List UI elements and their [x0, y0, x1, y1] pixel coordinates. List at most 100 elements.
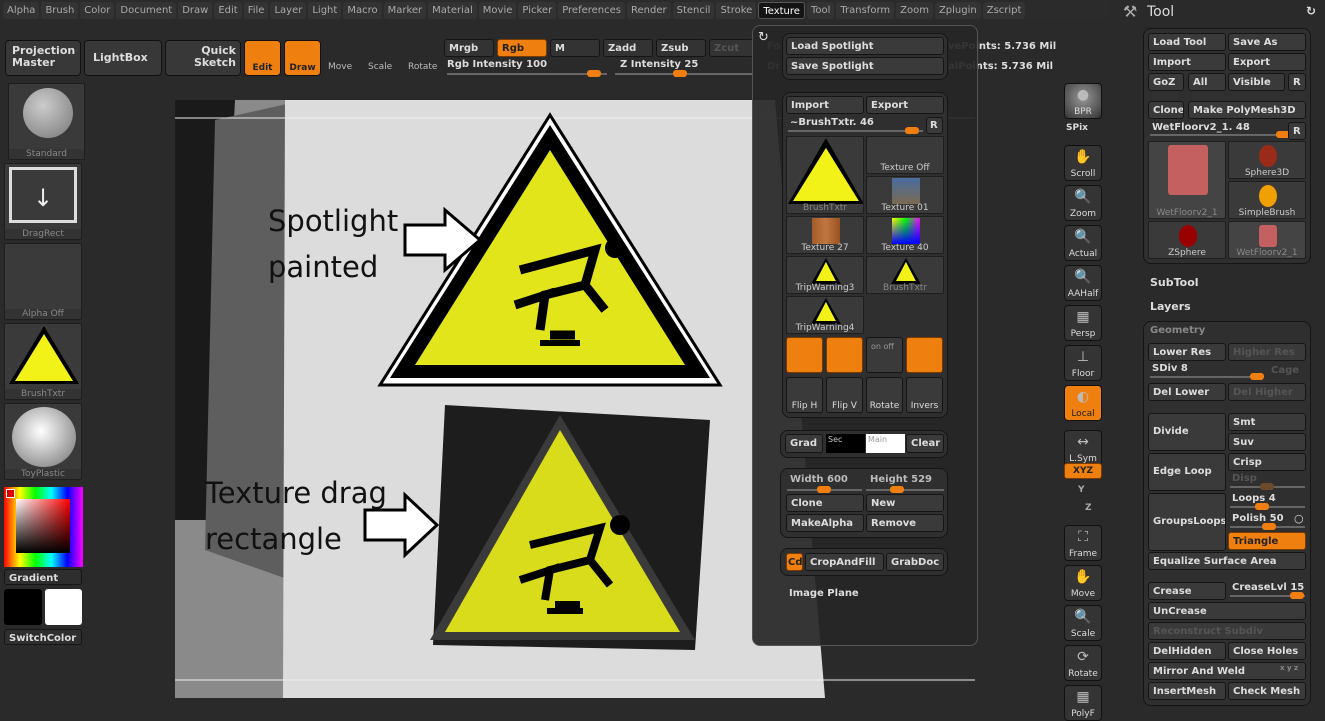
polish-slider[interactable]: [1230, 523, 1305, 530]
menu-document[interactable]: Document: [116, 2, 177, 19]
texture-mode-1-button[interactable]: [786, 337, 823, 373]
shelf-aahalf-button[interactable]: 🔍 AAHalf: [1064, 265, 1102, 301]
material-selector[interactable]: ToyPlastic: [4, 403, 82, 480]
equalize-button[interactable]: Equalize Surface Area: [1148, 552, 1306, 570]
grab-doc-button[interactable]: GrabDoc: [886, 553, 944, 571]
edge-loop-button[interactable]: Edge Loop: [1148, 453, 1226, 491]
texture-thumb[interactable]: Texture 01: [866, 176, 944, 214]
crease-button[interactable]: Crease: [1148, 582, 1226, 600]
stroke-selector[interactable]: ↓ DragRect: [4, 163, 82, 240]
menu-file[interactable]: File: [243, 2, 269, 19]
edit-button[interactable]: Edit: [244, 40, 281, 76]
menu-stencil[interactable]: Stencil: [672, 2, 715, 19]
draw-button[interactable]: Draw: [284, 40, 321, 76]
menu-stroke[interactable]: Stroke: [716, 2, 757, 19]
shelf-move-button[interactable]: ✋ Move: [1064, 565, 1102, 601]
menu-zoom[interactable]: Zoom: [896, 2, 933, 19]
tool-r-button[interactable]: R: [1288, 122, 1306, 140]
m-button[interactable]: M: [550, 39, 600, 57]
width-slider[interactable]: [787, 486, 862, 493]
brush-selector[interactable]: Standard: [8, 83, 85, 160]
color-picker[interactable]: [4, 487, 83, 567]
menu-transform[interactable]: Transform: [836, 2, 895, 19]
shelf-spix-button[interactable]: SPix: [1066, 123, 1088, 133]
alpha-selector[interactable]: Alpha Off: [4, 243, 82, 320]
texture-thumb[interactable]: TripWarning3: [786, 256, 864, 294]
invert-button[interactable]: Invers: [906, 377, 943, 413]
texture-r-button[interactable]: R: [926, 117, 943, 134]
switch-color-button[interactable]: SwitchColor: [4, 629, 82, 645]
make-polymesh-button[interactable]: Make PolyMesh3D: [1188, 101, 1306, 119]
menu-picker[interactable]: Picker: [518, 2, 557, 19]
del-higher-button[interactable]: Del Higher: [1228, 383, 1306, 401]
menu-macro[interactable]: Macro: [343, 2, 382, 19]
menu-tool[interactable]: Tool: [806, 2, 835, 19]
shelf-lsym-button[interactable]: ↔ L.Sym: [1064, 430, 1102, 466]
clone-texture-button[interactable]: Clone: [786, 494, 864, 512]
reset-icon[interactable]: ↻: [758, 30, 769, 45]
export-tool-button[interactable]: Export: [1228, 53, 1306, 71]
polish-circle-toggle[interactable]: ○: [1294, 512, 1304, 525]
main-color-swatch[interactable]: [45, 589, 82, 625]
grad-button[interactable]: Grad: [785, 434, 823, 453]
triangle-button[interactable]: Triangle: [1228, 532, 1306, 550]
tool-slider[interactable]: [1150, 131, 1290, 138]
load-spotlight-button[interactable]: Load Spotlight: [786, 37, 944, 55]
zadd-button[interactable]: Zadd: [603, 39, 653, 57]
texture-thumb[interactable]: BrushTxtr: [786, 136, 864, 214]
shelf-bpr-button[interactable]: ● BPR: [1064, 83, 1102, 119]
smt-button[interactable]: Smt: [1228, 413, 1306, 431]
shelf-y-button[interactable]: Y: [1078, 485, 1085, 495]
main-color-swatch[interactable]: Main: [866, 434, 905, 453]
menu-layer[interactable]: Layer: [270, 2, 307, 19]
scale-button[interactable]: Scale: [368, 62, 392, 72]
texture-thumb[interactable]: Texture 27: [786, 216, 864, 254]
projection-master-button[interactable]: Projection Master: [5, 40, 81, 76]
rotate-button[interactable]: Rotate: [408, 62, 437, 72]
check-mesh-button[interactable]: Check Mesh: [1228, 682, 1306, 700]
menu-brush[interactable]: Brush: [41, 2, 79, 19]
menu-zplugin[interactable]: Zplugin: [934, 2, 981, 19]
texture-thumb[interactable]: Texture 40: [866, 216, 944, 254]
move-button[interactable]: Move: [328, 62, 352, 72]
mrgb-button[interactable]: Mrgb: [444, 39, 494, 57]
flip-h-button[interactable]: Flip H: [786, 377, 823, 413]
texture-selector[interactable]: BrushTxtr: [4, 323, 82, 400]
load-tool-button[interactable]: Load Tool: [1148, 33, 1226, 51]
menu-draw[interactable]: Draw: [178, 2, 213, 19]
menu-preferences[interactable]: Preferences: [558, 2, 626, 19]
shelf-scroll-button[interactable]: ✋ Scroll: [1064, 145, 1102, 181]
del-lower-button[interactable]: Del Lower: [1148, 383, 1226, 401]
new-texture-button[interactable]: New: [866, 494, 944, 512]
menu-light[interactable]: Light: [308, 2, 342, 19]
groups-loops-button[interactable]: GroupsLoops: [1148, 493, 1226, 551]
shelf-polyf-button[interactable]: ▦ PolyF: [1064, 685, 1102, 721]
texture-thumb[interactable]: Texture Off: [866, 136, 944, 174]
shelf-zoom-button[interactable]: 🔍 Zoom: [1064, 185, 1102, 221]
brushtxtr-slider[interactable]: [788, 127, 923, 134]
gradient-button[interactable]: Gradient: [4, 569, 82, 585]
zsub-button[interactable]: Zsub: [656, 39, 706, 57]
all-button[interactable]: All: [1188, 73, 1226, 91]
texture-thumb[interactable]: BrushTxtr: [866, 256, 944, 294]
shelf-floor-button[interactable]: ⊥ Floor: [1064, 345, 1102, 381]
tool-thumb[interactable]: Sphere3D: [1228, 141, 1306, 179]
save-as-button[interactable]: Save As: [1228, 33, 1306, 51]
menu-color[interactable]: Color: [80, 2, 115, 19]
shelf-z-button[interactable]: Z: [1085, 503, 1092, 513]
visible-button[interactable]: Visible: [1228, 73, 1285, 91]
rotate-texture-button[interactable]: Rotate: [866, 377, 903, 413]
save-spotlight-button[interactable]: Save Spotlight: [786, 57, 944, 75]
tool-thumb[interactable]: ZSphere: [1148, 221, 1226, 259]
image-plane-section[interactable]: Image Plane: [789, 588, 859, 599]
menu-movie[interactable]: Movie: [478, 2, 517, 19]
sec-color-swatch[interactable]: Sec: [826, 434, 865, 453]
shelf-frame-button[interactable]: ⛶ Frame: [1064, 525, 1102, 561]
remove-texture-button[interactable]: Remove: [866, 514, 944, 532]
menu-material[interactable]: Material: [428, 2, 477, 19]
rgb-intensity-slider[interactable]: [447, 70, 607, 77]
menu-edit[interactable]: Edit: [214, 2, 242, 19]
uncrease-button[interactable]: UnCrease: [1148, 602, 1306, 620]
crease-level-slider[interactable]: [1230, 592, 1305, 599]
plus-minus-button[interactable]: [906, 337, 943, 373]
